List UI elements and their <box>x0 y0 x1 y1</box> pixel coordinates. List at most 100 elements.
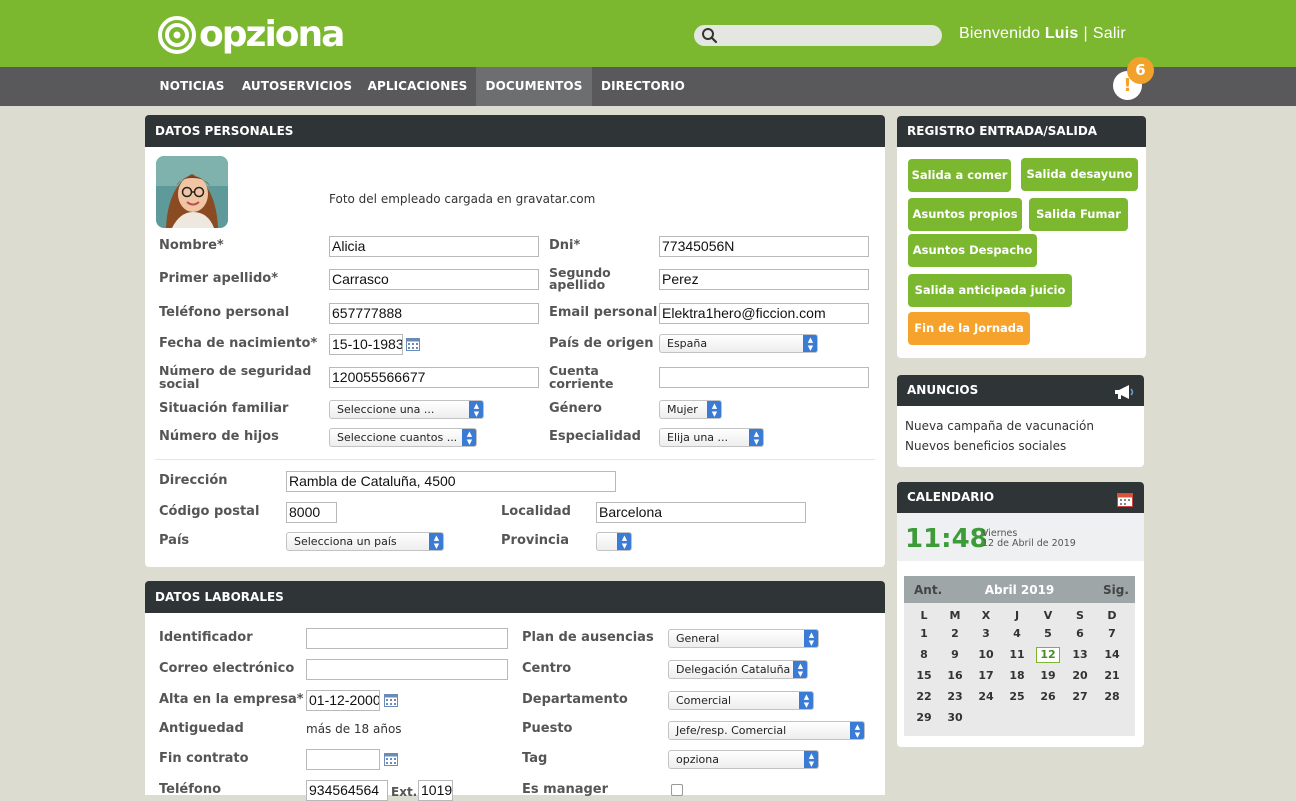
asuntos-propios-button[interactable]: Asuntos propios <box>908 198 1022 231</box>
calendar-day[interactable]: 1 <box>912 627 936 640</box>
cp-input[interactable]: 8000 <box>286 502 337 523</box>
departamento-select[interactable]: Comercial ▲ ▼ <box>668 691 814 710</box>
calendar-day[interactable]: 24 <box>974 690 998 703</box>
situacion-select[interactable]: Seleccione una ... ▲ ▼ <box>329 400 484 419</box>
calendar-day[interactable]: 7 <box>1100 627 1124 640</box>
calendar-day[interactable]: 20 <box>1068 669 1092 682</box>
hijos-select[interactable]: Seleccione cuantos ... ▲ ▼ <box>329 428 477 447</box>
calendar-day[interactable]: 2 <box>943 627 967 640</box>
calendar-day-today[interactable]: 12 <box>1036 647 1060 663</box>
nav-autoservicios[interactable]: AUTOSERVICIOS <box>235 67 359 106</box>
telefono-trabajo-input[interactable]: 934564564 <box>306 780 388 801</box>
chevron-updown-icon: ▲ ▼ <box>707 401 721 418</box>
nacimiento-label: Fecha de nacimiento* <box>159 336 318 351</box>
calendar-day[interactable]: 26 <box>1036 690 1060 703</box>
anuncio-item-2[interactable]: Nuevos beneficios sociales <box>905 439 1066 453</box>
calendar-day[interactable]: 6 <box>1068 627 1092 640</box>
chevron-updown-icon: ▲ ▼ <box>469 401 483 418</box>
search-input[interactable] <box>722 26 932 45</box>
calendar-icon[interactable] <box>406 338 420 351</box>
direccion-input[interactable]: Rambla de Cataluña, 4500 <box>286 471 616 492</box>
centro-select[interactable]: Delegación Cataluña ▲ ▼ <box>668 660 808 679</box>
plan-select[interactable]: General ▲ ▼ <box>668 629 819 648</box>
calendar-day[interactable]: 5 <box>1036 627 1060 640</box>
fin-jornada-button[interactable]: Fin de la Jornada <box>908 312 1030 345</box>
search-box[interactable] <box>694 25 942 46</box>
chevron-updown-icon: ▲ ▼ <box>804 630 818 647</box>
calendar-day[interactable]: 25 <box>1005 690 1029 703</box>
alta-input[interactable]: 01-12-2000 <box>306 690 380 711</box>
calendar-day[interactable]: 14 <box>1100 648 1124 661</box>
nav-documentos[interactable]: DOCUMENTOS <box>476 67 592 106</box>
ext-input[interactable]: 1019 <box>418 780 453 801</box>
employee-photo <box>156 156 228 228</box>
asuntos-despacho-button[interactable]: Asuntos Despacho <box>908 234 1037 267</box>
apellido1-input[interactable]: Carrasco <box>329 269 539 290</box>
calendar-icon <box>1117 493 1133 507</box>
calendar-day[interactable]: 10 <box>974 648 998 661</box>
calendar-day[interactable]: 27 <box>1068 690 1092 703</box>
nss-input[interactable]: 120055566677 <box>329 367 539 388</box>
main-nav: NOTICIAS AUTOSERVICIOS APLICACIONES DOCU… <box>0 67 1296 106</box>
calendar-day[interactable]: 3 <box>974 627 998 640</box>
logout-link[interactable]: Salir <box>1093 25 1126 42</box>
pais-origen-value: España <box>667 337 708 350</box>
dni-input[interactable]: 77345056N <box>659 236 869 257</box>
departamento-label: Departamento <box>522 692 628 707</box>
antiguedad-label: Antiguedad <box>159 721 244 736</box>
calendar-day[interactable]: 19 <box>1036 669 1060 682</box>
genero-select[interactable]: Mujer ▲ ▼ <box>659 400 722 419</box>
apellido1-label: Primer apellido* <box>159 271 278 286</box>
calendar-icon[interactable] <box>384 694 398 707</box>
calendar-day[interactable]: 13 <box>1068 648 1092 661</box>
calendar-day[interactable]: 29 <box>912 711 936 724</box>
pais-select[interactable]: Selecciona un país ▲ ▼ <box>286 532 444 551</box>
calendar-next[interactable]: Sig. <box>1103 583 1129 597</box>
calendar-day[interactable]: 18 <box>1005 669 1029 682</box>
calendar-day[interactable]: 17 <box>974 669 998 682</box>
email-input[interactable]: Elektra1hero@ficcion.com <box>659 303 869 324</box>
salida-comer-button[interactable]: Salida a comer <box>908 159 1011 192</box>
manager-checkbox[interactable] <box>671 784 683 796</box>
calendar-day[interactable]: 15 <box>912 669 936 682</box>
calendar-day[interactable]: 9 <box>943 648 967 661</box>
pais-origen-select[interactable]: España ▲ ▼ <box>659 334 818 353</box>
salida-anticipada-button[interactable]: Salida anticipada juicio <box>908 274 1072 307</box>
calendar-day[interactable]: 16 <box>943 669 967 682</box>
calendar-day[interactable]: 11 <box>1005 648 1029 661</box>
nav-directorio[interactable]: DIRECTORIO <box>592 67 694 106</box>
email-label: Email personal <box>549 305 658 320</box>
calendar-icon[interactable] <box>384 753 398 766</box>
calendar-day[interactable]: 4 <box>1005 627 1029 640</box>
notification-count[interactable]: 6 <box>1127 57 1154 84</box>
puesto-select[interactable]: Jefe/resp. Comercial ▲ ▼ <box>668 721 865 740</box>
situacion-value: Seleccione una ... <box>337 403 435 416</box>
nombre-input[interactable]: Alicia <box>329 236 539 257</box>
calendar-day[interactable]: 21 <box>1100 669 1124 682</box>
fin-input[interactable] <box>306 749 380 770</box>
calendar-day[interactable]: 8 <box>912 648 936 661</box>
calendar-day[interactable]: 22 <box>912 690 936 703</box>
calendar-day[interactable]: 28 <box>1100 690 1124 703</box>
antiguedad-value: más de 18 años <box>306 722 402 736</box>
telefono-input[interactable]: 657777888 <box>329 303 539 324</box>
calendar-day[interactable]: 30 <box>943 711 967 724</box>
work-data-panel: DATOS LABORALES Identificador Plan de au… <box>145 581 885 801</box>
tag-select[interactable]: opziona ▲ ▼ <box>668 750 819 769</box>
personal-data-title: DATOS PERSONALES <box>145 115 885 147</box>
cuenta-input[interactable] <box>659 367 869 388</box>
apellido2-input[interactable]: Perez <box>659 269 869 290</box>
identificador-input[interactable] <box>306 628 508 649</box>
nacimiento-input[interactable]: 15-10-1983 <box>329 334 403 355</box>
nav-aplicaciones[interactable]: APLICACIONES <box>359 67 476 106</box>
anuncio-item-1[interactable]: Nueva campaña de vacunación <box>905 419 1094 433</box>
provincia-select[interactable]: ▲ ▼ <box>596 532 632 551</box>
logo[interactable]: opziona <box>157 12 345 58</box>
salida-fumar-button[interactable]: Salida Fumar <box>1029 198 1128 231</box>
nav-noticias[interactable]: NOTICIAS <box>149 67 235 106</box>
localidad-input[interactable]: Barcelona <box>596 502 806 523</box>
salida-desayuno-button[interactable]: Salida desayuno <box>1021 158 1138 191</box>
calendar-day[interactable]: 23 <box>943 690 967 703</box>
especialidad-select[interactable]: Elija una ... ▲ ▼ <box>659 428 764 447</box>
correo-input[interactable] <box>306 659 508 680</box>
